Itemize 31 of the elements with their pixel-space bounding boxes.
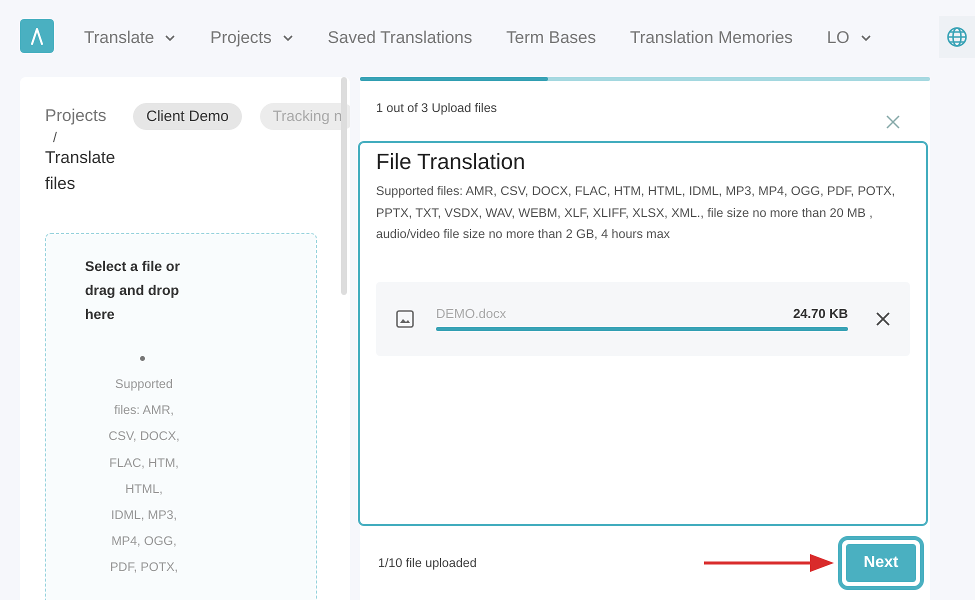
bullet-icon	[140, 356, 145, 361]
close-icon[interactable]	[886, 115, 900, 129]
step-label: 1 out of 3 Upload files	[376, 101, 497, 117]
nav-item[interactable]: Projects	[193, 28, 311, 48]
remove-icon[interactable]	[876, 312, 890, 326]
supported-files-text: Supported files: AMR, CSV, DOCX, FLAC, HTM, HTML, IDML, MP3, MP4, OGG, PDF, POTX,	[108, 376, 180, 576]
chevron-down-icon	[282, 34, 294, 42]
drop-zone-title: Select a file or drag and drop here	[85, 257, 181, 324]
arrow-icon	[704, 553, 834, 573]
dialog-title: File Translation	[376, 149, 526, 175]
breadcrumb-separator: /	[52, 129, 58, 145]
scrollbar[interactable]	[341, 77, 347, 295]
nav-item[interactable]: Translation Memories	[613, 28, 810, 48]
file-name: DEMO.docx	[436, 306, 506, 321]
nav-item[interactable]: Translate	[84, 28, 194, 48]
nav-item[interactable]: Term Bases	[489, 28, 613, 48]
breadcrumb-link[interactable]: Projects	[45, 103, 116, 129]
chevron-down-icon	[164, 34, 176, 42]
upload-status: 1/10 file uploaded	[378, 556, 477, 570]
drop-zone[interactable]: Select a file or drag and drop here Supported files: AMR, CSV, DOCX, FLAC, HTM, HTML, IDML, MP3, MP4, OGG, PDF, POTX,	[45, 233, 317, 600]
nav-item[interactable]: LO	[810, 28, 888, 48]
next-button[interactable]: Next	[846, 544, 916, 582]
chevron-down-icon	[860, 34, 872, 42]
file-size: 24.70 KB	[793, 306, 848, 321]
nav-item[interactable]: Saved Translations	[310, 28, 490, 48]
globe-icon[interactable]	[939, 16, 975, 58]
image-icon	[396, 310, 414, 328]
breadcrumb-current: Translate files	[45, 147, 116, 195]
project-chip[interactable]: Client Demo	[133, 103, 242, 130]
supported-files-text: Supported files: AMR, CSV, DOCX, FLAC, HTM, HTML, IDML, MP3, MP4, OGG, PDF, POTX, PPTX, TXT, VSDX, WAV, WEBM, XLF, XLIFF, XLSX, XML., file size no more than 20 MB , audio/video file size no more than 2 GB, 4 hours max	[376, 183, 896, 243]
logo-icon[interactable]	[20, 18, 54, 52]
